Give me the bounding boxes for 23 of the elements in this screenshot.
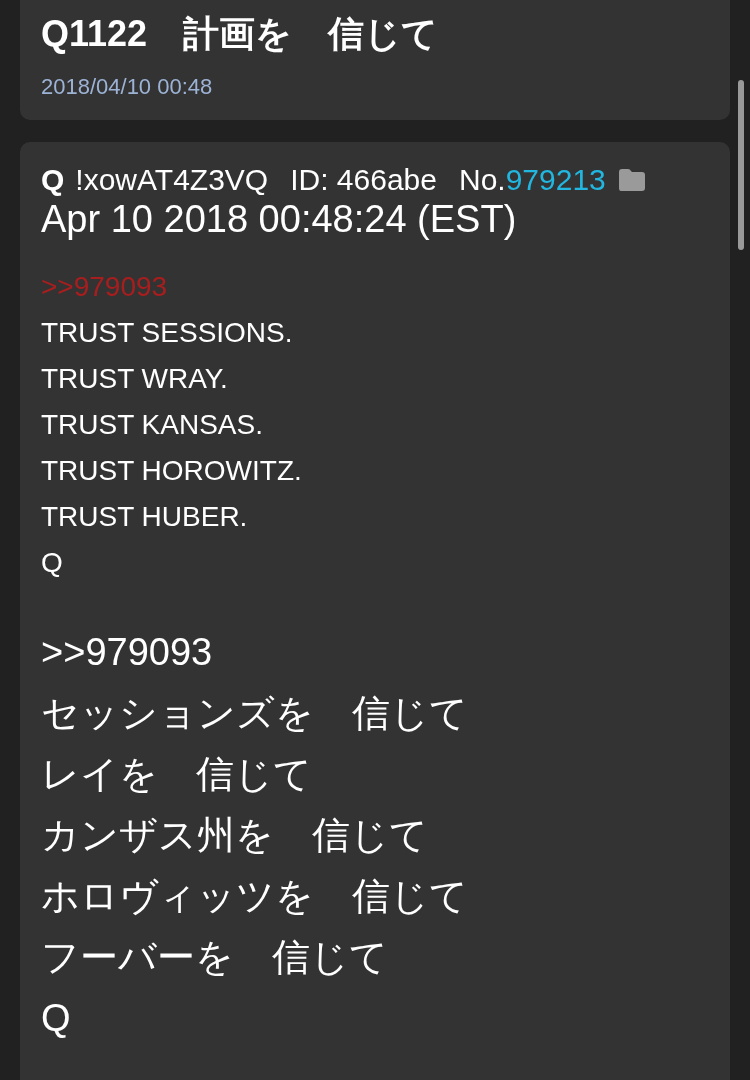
post-number-label: No. [458,163,506,197]
tripcode: !xowAT4Z3VQ [75,163,269,197]
translation-line: フーバーを 信じて [41,935,388,980]
translation-line: カンザス州を 信じて [41,813,428,858]
reply-reference: >>979093 [41,630,213,675]
scrollbar-thumb[interactable] [738,80,744,250]
post-text-line: TRUST HOROWITZ. [41,454,302,488]
post-text-line: TRUST KANSAS. [41,408,263,442]
translation-line: レイを 信じて [41,752,312,797]
poster-name: Q [41,163,65,197]
translation-line: Q [41,996,71,1041]
folder-icon[interactable] [617,169,645,191]
post-timestamp: Apr 10 2018 00:48:24 (EST) [41,197,517,241]
post-text-line: TRUST HUBER. [41,500,248,534]
translation-line: ホロヴィッツを 信じて [41,874,468,919]
translation-line: セッションズを 信じて [41,691,468,736]
thread-title: Q1122 計画を 信じて [41,12,439,56]
thread-date: 2018/04/10 00:48 [41,73,213,101]
post-text-line: Q [41,546,63,580]
post-text-line: TRUST SESSIONS. [41,316,293,350]
post-text-line: TRUST WRAY. [41,362,228,396]
poster-id: ID: 466abe [290,163,437,197]
post-number-link[interactable]: 979213 [505,163,606,197]
